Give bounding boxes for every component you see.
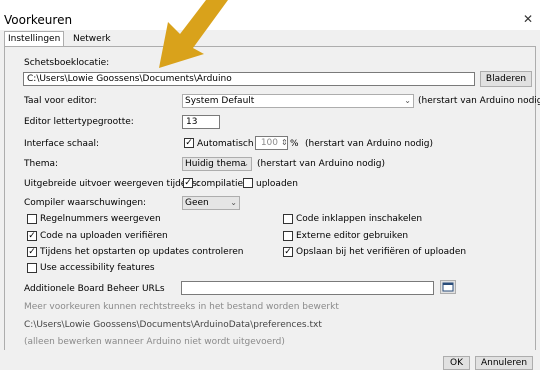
chevron-down-icon: ⌄ <box>230 198 237 207</box>
auto-scale-checkbox[interactable]: ✓ <box>184 138 194 148</box>
external-editor-checkbox[interactable] <box>283 231 293 241</box>
external-editor-label: Externe editor gebruiken <box>296 231 409 241</box>
compile-checkbox[interactable]: ✓ <box>183 178 193 188</box>
title-bar <box>0 0 540 30</box>
language-restart-note: (herstart van Arduino nodig) <box>418 96 540 106</box>
verify-after-upload-label: Code na uploaden verifiëren <box>40 231 168 241</box>
sketchbook-label: Schetsboeklocatie: <box>24 58 110 68</box>
chevron-down-icon: ⌄ <box>242 159 249 168</box>
close-icon[interactable]: ✕ <box>523 12 533 26</box>
window-icon <box>442 282 454 292</box>
save-on-verify-checkbox[interactable]: ✓ <box>283 247 293 257</box>
font-size-input[interactable]: 13 <box>182 115 220 129</box>
check-updates-label: Tijdens het opstarten op updates control… <box>40 247 244 257</box>
save-on-verify-label: Opslaan bij het verifiëren of uploaden <box>296 247 467 257</box>
board-urls-input[interactable] <box>181 281 434 295</box>
accessibility-checkbox[interactable] <box>27 263 37 273</box>
theme-restart-note: (herstart van Arduino nodig) <box>257 159 386 169</box>
line-numbers-label: Regelnummers weergeven <box>40 214 161 224</box>
compile-label: compilatie <box>196 179 244 189</box>
edit-urls-button[interactable] <box>440 280 456 294</box>
board-urls-label: Additionele Board Beheer URLs <box>24 284 165 294</box>
annotation-arrow-icon <box>159 0 228 68</box>
language-value: System Default <box>185 96 255 106</box>
browse-button[interactable]: Bladeren <box>480 71 532 87</box>
spinner-icon[interactable]: ⇕ <box>281 138 288 147</box>
accessibility-label: Use accessibility features <box>40 263 155 273</box>
compiler-warnings-label: Compiler waarschuwingen: <box>24 198 147 208</box>
interface-scale-label: Interface schaal: <box>24 139 100 149</box>
verbose-label: Uitgebreide uitvoer weergeven tijdens: <box>24 179 200 189</box>
compiler-warnings-value: Geen <box>185 198 209 208</box>
line-numbers-checkbox[interactable] <box>27 214 37 224</box>
language-label: Taal voor editor: <box>24 96 97 106</box>
font-size-label: Editor lettertypegrootte: <box>24 117 134 127</box>
upload-label: uploaden <box>256 179 298 189</box>
chevron-down-icon: ⌄ <box>404 96 411 105</box>
tab-instellingen[interactable]: Instellingen <box>4 31 65 47</box>
auto-scale-label: Automatisch <box>197 139 254 149</box>
code-folding-label: Code inklappen inschakelen <box>296 214 423 224</box>
theme-value: Huidig thema <box>185 159 246 169</box>
compiler-warnings-select[interactable]: Geen ⌄ <box>182 196 240 210</box>
info-more-prefs: Meer voorkeuren kunnen rechtstreeks in h… <box>24 302 339 312</box>
info-edit-warning: (alleen bewerken wanneer Arduino niet wo… <box>24 337 285 347</box>
window-title: Voorkeuren <box>4 13 73 27</box>
cancel-button[interactable]: Annuleren <box>475 356 533 370</box>
scale-restart-note: (herstart van Arduino nodig) <box>305 139 434 149</box>
sketchbook-path-input[interactable]: C:\Users\Lowie Goossens\Documents\Arduin… <box>23 72 475 86</box>
scale-unit: % <box>290 139 299 149</box>
ok-button[interactable]: OK <box>443 356 470 370</box>
verify-after-upload-checkbox[interactable]: ✓ <box>27 231 37 241</box>
preferences-path[interactable]: C:\Users\Lowie Goossens\Documents\Arduin… <box>24 320 322 330</box>
tab-netwerk[interactable]: Netwerk <box>70 32 114 46</box>
language-select[interactable]: System Default ⌄ <box>182 94 414 108</box>
check-updates-checkbox[interactable]: ✓ <box>27 247 37 257</box>
theme-select[interactable]: Huidig thema ⌄ <box>182 157 252 171</box>
theme-label: Thema: <box>24 159 59 169</box>
code-folding-checkbox[interactable] <box>283 214 293 224</box>
upload-checkbox[interactable] <box>243 178 253 188</box>
